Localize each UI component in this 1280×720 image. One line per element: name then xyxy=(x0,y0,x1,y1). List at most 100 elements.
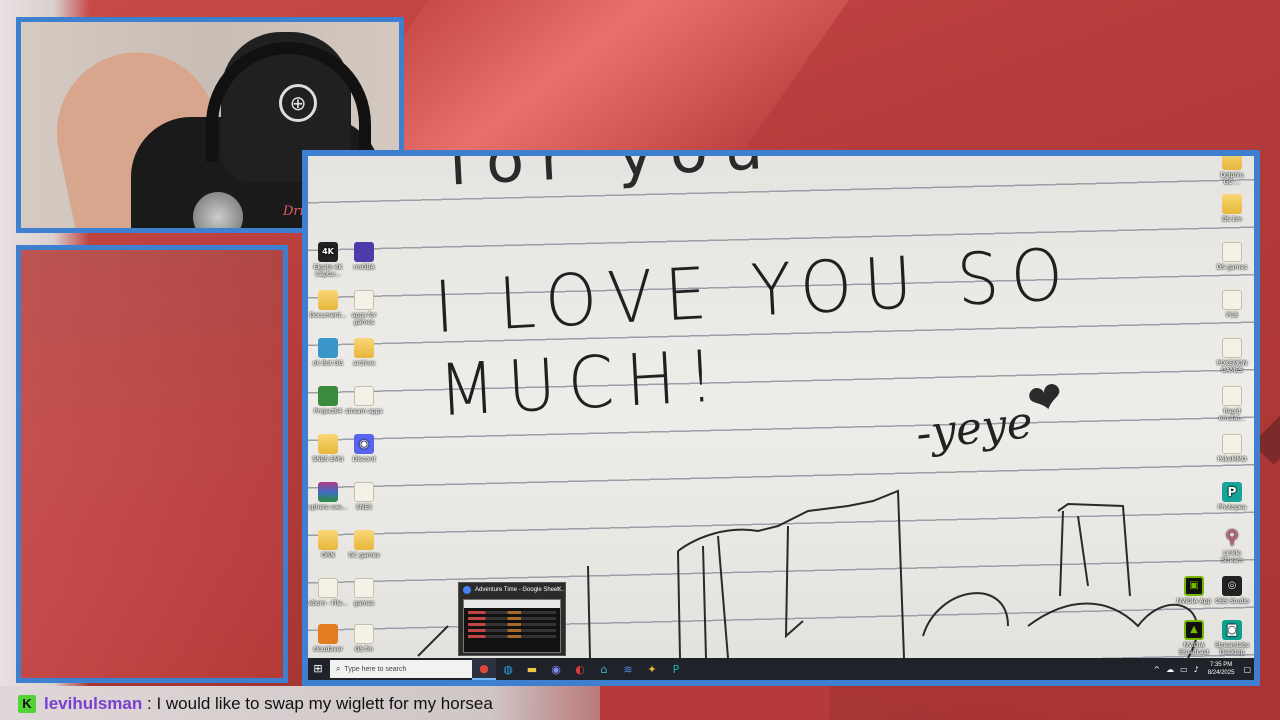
streamlabs-icon: ◙ xyxy=(1222,620,1242,640)
desktop-icon[interactable]: DS games xyxy=(1212,242,1252,271)
file-icon xyxy=(1222,290,1242,310)
folder-icon xyxy=(354,338,374,358)
sketch-line xyxy=(677,525,804,658)
sketch-line xyxy=(922,592,1199,658)
discord-icon: ◉ xyxy=(354,434,374,454)
app-icon: ⌂ xyxy=(600,662,608,676)
desktop-icon[interactable]: Project64 xyxy=(308,386,348,415)
sheet-header xyxy=(464,600,560,608)
file-icon xyxy=(354,386,374,406)
desktop-icon[interactable]: ◉ Discord xyxy=(344,434,384,463)
desktop-wallpaper-paper: for you I LOVE YOU SO MUCH! -yeye ❤ 4K El… xyxy=(308,156,1254,658)
sheet-row xyxy=(468,623,556,626)
desktop-icon[interactable]: games xyxy=(344,578,384,607)
desktop-icon[interactable]: ▲ NVIDIA Broadcast xyxy=(1174,620,1214,656)
archive-icon xyxy=(318,482,338,502)
folder-icon xyxy=(354,530,374,550)
desktop-icon[interactable]: P Photopea xyxy=(1212,482,1252,511)
folder-icon xyxy=(1222,194,1242,214)
taskbar-app-red[interactable]: ◐ xyxy=(568,658,592,680)
thumbnail-title: Adventure Time - Google Sheet... xyxy=(475,587,565,593)
taskbar-app-teal[interactable]: ⌂ xyxy=(592,658,616,680)
search-box[interactable]: ⌕ Type here to search xyxy=(330,660,472,678)
windows-taskbar: ⊞ ⌕ Type here to search ● ◍ ▬ ◉ ◐ ⌂ ≋ ✦ … xyxy=(308,658,1254,680)
desktop-icon[interactable]: stream apps xyxy=(344,386,384,415)
desktop-icon[interactable]: DS Em xyxy=(1212,194,1252,223)
file-icon xyxy=(1222,338,1242,358)
folder-icon xyxy=(318,434,338,454)
desktop-icon[interactable]: Rapid emulat... xyxy=(1212,386,1252,422)
notification-icon[interactable]: ▢ xyxy=(1243,665,1251,674)
cap-logo-icon: ⊕ xyxy=(279,84,317,122)
cloud-icon[interactable]: ☁ xyxy=(1166,665,1174,674)
network-icon[interactable]: ▭ xyxy=(1180,665,1188,674)
chat-username: levihulsman xyxy=(44,694,143,713)
taskbar-app-discord[interactable]: ◉ xyxy=(544,658,568,680)
desktop-icon[interactable]: GC games xyxy=(344,530,384,559)
file-icon xyxy=(354,482,374,502)
search-placeholder: Type here to search xyxy=(344,665,407,673)
desktop-icon[interactable]: ◎ OBS Studio xyxy=(1212,576,1252,605)
desktop-icon[interactable]: PC8 xyxy=(1212,290,1252,319)
desktop-icon[interactable]: rmOBA xyxy=(344,242,384,271)
sketch-line xyxy=(1057,502,1131,597)
start-button[interactable]: ⊞ xyxy=(308,658,328,680)
chat-bar-accent xyxy=(600,686,830,720)
desktop-icon[interactable]: ORN xyxy=(308,530,348,559)
app-icon: ≋ xyxy=(623,662,633,676)
desktop-icon[interactable]: ok Bot GG xyxy=(308,338,348,367)
volume-icon[interactable]: ♪ xyxy=(1194,665,1199,674)
sheet-row xyxy=(468,617,556,620)
taskbar-app-chrome[interactable]: ● xyxy=(472,658,496,680)
desktop-icon[interactable]: SNES xyxy=(344,482,384,511)
desktop-icon[interactable]: Document... xyxy=(308,290,348,319)
file-icon xyxy=(354,578,374,598)
taskbar-app-explorer[interactable]: ▬ xyxy=(520,658,544,680)
desktop-icon[interactable]: apps for games xyxy=(344,290,384,326)
folder-icon xyxy=(318,290,338,310)
obs-icon: ◎ xyxy=(1222,576,1242,596)
app-icon xyxy=(354,242,374,262)
clock-time: 7:35 PM xyxy=(1209,662,1233,668)
desktop-icon[interactable]: PokeMMO xyxy=(1212,434,1252,463)
chrome-icon: ● xyxy=(479,661,489,675)
desktop-icon[interactable]: 4K Elgato 4K Captur... xyxy=(308,242,348,278)
side-panel xyxy=(16,245,288,683)
taskbar-thumbnail-preview[interactable]: Adventure Time - Google Sheet... ✕ xyxy=(458,582,566,656)
desktop-icon[interactable]: POKEMON GAMES xyxy=(1212,338,1252,374)
camera-app-icon: 4K xyxy=(318,242,338,262)
file-icon xyxy=(1222,242,1242,262)
file-icon xyxy=(1222,386,1242,406)
chevron-up-icon[interactable]: ^ xyxy=(1153,665,1160,674)
desktop-icon[interactable]: sphere exe... xyxy=(308,482,348,511)
taskbar-app-multi[interactable]: ✦ xyxy=(640,658,664,680)
desktop-icon[interactable]: ⚲ Linkle Stream xyxy=(1212,528,1252,565)
close-icon[interactable]: ✕ xyxy=(556,585,562,593)
taskbar-app-blue[interactable]: ≋ xyxy=(616,658,640,680)
folder-icon xyxy=(1222,156,1242,170)
search-icon: ⌕ xyxy=(336,664,341,673)
bot-icon xyxy=(318,338,338,358)
desktop-icon[interactable]: DS fm xyxy=(344,624,384,653)
desktop-icon[interactable]: cloudaver xyxy=(308,624,348,653)
desktop-icon[interactable]: SNES EMU xyxy=(308,434,348,463)
desktop-icon[interactable]: archive xyxy=(344,338,384,367)
app-icon: ◐ xyxy=(575,662,585,676)
taskbar-app-edge[interactable]: ◍ xyxy=(496,658,520,680)
photopea-icon: P xyxy=(1222,482,1242,502)
desktop-icon[interactable]: eborn - File... xyxy=(308,578,348,607)
chrome-icon xyxy=(463,586,471,594)
taskbar-app-photopea[interactable]: P xyxy=(664,658,688,680)
nvidia-broadcast-icon: ▲ xyxy=(1184,620,1204,640)
taskbar-clock[interactable]: 7:35 PM 8/24/2025 xyxy=(1208,661,1235,677)
photopea-icon: P xyxy=(672,662,680,676)
sheet-row xyxy=(468,635,556,638)
sketch-line xyxy=(677,489,905,658)
chat-text: I would like to swap my wiglett for my h… xyxy=(156,694,493,713)
thumbnail-sheet-preview[interactable] xyxy=(463,599,561,653)
folder-icon: ▬ xyxy=(526,662,538,676)
discord-icon: ◉ xyxy=(551,662,561,676)
desktop-icon[interactable]: ▣ NVIDIA App xyxy=(1174,576,1214,605)
desktop-icon[interactable]: ◙ Streamlabs Desktop xyxy=(1212,620,1252,656)
desktop-icon[interactable]: Dolphin GC-... xyxy=(1212,156,1252,186)
